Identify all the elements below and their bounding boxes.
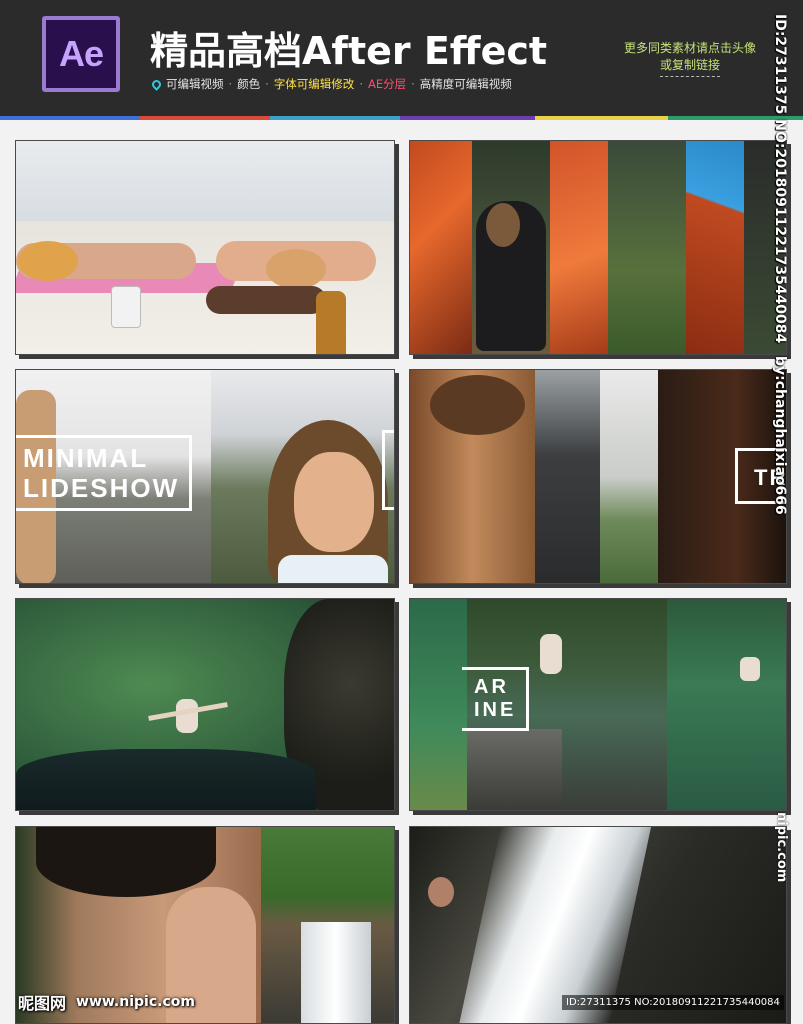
overlay-title-box: AR INE <box>462 667 530 731</box>
cup <box>111 286 141 328</box>
nipic-watermark[interactable]: 昵图网 www.nipic.com <box>18 990 195 1014</box>
swimmer <box>176 699 198 733</box>
logo-text: Ae <box>58 33 104 74</box>
thumbnail-river-swimmer[interactable] <box>15 598 395 811</box>
stripe-segment <box>0 116 140 120</box>
forest-strip <box>608 141 686 354</box>
overlay-line-2: LIDESHOW <box>23 472 180 503</box>
site-name: 昵图网 <box>18 994 67 1013</box>
feature-separator: · <box>411 77 415 91</box>
feature-item: 可编辑视频 <box>166 77 224 91</box>
watermark-id: ID:27311375 NO:20180911221735440084 <box>772 14 788 344</box>
thumbnail-bridge-forest[interactable] <box>409 140 787 355</box>
thumbnail-river-jumper[interactable]: AR INE <box>409 598 787 811</box>
smiling-face <box>294 452 374 552</box>
feature-item: 颜色 <box>237 77 261 91</box>
feature-separator: · <box>228 77 233 91</box>
bridge-strip <box>410 141 472 354</box>
location-pin-icon <box>150 77 163 91</box>
jumper <box>540 634 562 674</box>
stripe-segment <box>400 116 535 120</box>
bag <box>206 286 326 314</box>
header-banner: Ae 精品高档After Effect 可编辑视频 · 颜色 · 字体可编辑修改… <box>0 0 803 116</box>
hair-2 <box>266 249 326 289</box>
stripe-segment <box>140 116 270 120</box>
overlay-title-box: MINIMAL LIDESHOW <box>16 435 193 511</box>
window-panel <box>600 370 658 583</box>
thumbnail-beach[interactable] <box>15 140 395 355</box>
water-strip <box>410 599 467 810</box>
feature-list: 可编辑视频 · 颜色 · 字体可编辑修改 · AE分层 · 高精度可编辑视频 <box>150 76 512 92</box>
promo-line-2: 或复制链接 <box>659 58 720 72</box>
dark-hair <box>36 827 216 897</box>
stripe-segment <box>535 116 668 120</box>
bottle <box>316 291 346 354</box>
sky <box>16 141 394 221</box>
color-stripe <box>0 116 803 120</box>
dark-shore <box>16 749 316 810</box>
feature-item: 高精度可编辑视频 <box>419 77 512 91</box>
feature-separator: · <box>265 77 269 91</box>
side-watermark: ID:27311375 NO:20180911221735440084 by:c… <box>772 14 788 515</box>
shirt <box>278 555 388 583</box>
partial-box <box>382 430 394 510</box>
promo-divider <box>660 76 720 77</box>
climber <box>428 877 454 907</box>
promo-text[interactable]: 更多同类素材请点击头像 或复制链接 <box>600 40 780 77</box>
feature-item: 字体可编辑修改 <box>273 77 355 91</box>
car-seat-panel <box>535 370 600 583</box>
after-effects-logo-icon: Ae <box>42 16 120 92</box>
thumbnail-minimal-slideshow[interactable]: MINIMAL LIDESHOW <box>15 369 395 584</box>
waterfall <box>301 922 371 1023</box>
feature-separator: · <box>359 77 363 91</box>
overlay-line-1: MINIMAL <box>23 443 149 473</box>
bottom-id-badge: ID:27311375 NO:20180911221735440084 <box>562 995 784 1010</box>
water-panel <box>667 599 786 810</box>
hair-1 <box>18 241 78 281</box>
site-url: www.nipic.com <box>76 994 195 1010</box>
page-title: 精品高档After Effect <box>150 29 548 73</box>
bridge-strip <box>550 141 608 354</box>
girl-head <box>486 203 520 247</box>
thumbnail-car-selfie[interactable]: TR <box>409 369 787 584</box>
overlay-line-2: INE <box>474 699 517 721</box>
stripe-segment <box>270 116 400 120</box>
swimmer <box>740 657 760 681</box>
overlay-line-1: AR <box>474 676 509 698</box>
eye-area <box>430 375 525 435</box>
rocks <box>467 729 562 810</box>
side-watermark-site: nipic.com <box>774 812 789 883</box>
watermark-author: by:changhaixiao666 <box>772 356 788 515</box>
bridge-sky-strip <box>686 141 744 354</box>
feature-item: AE分层 <box>367 77 407 91</box>
promo-line-1: 更多同类素材请点击头像 <box>623 41 756 55</box>
